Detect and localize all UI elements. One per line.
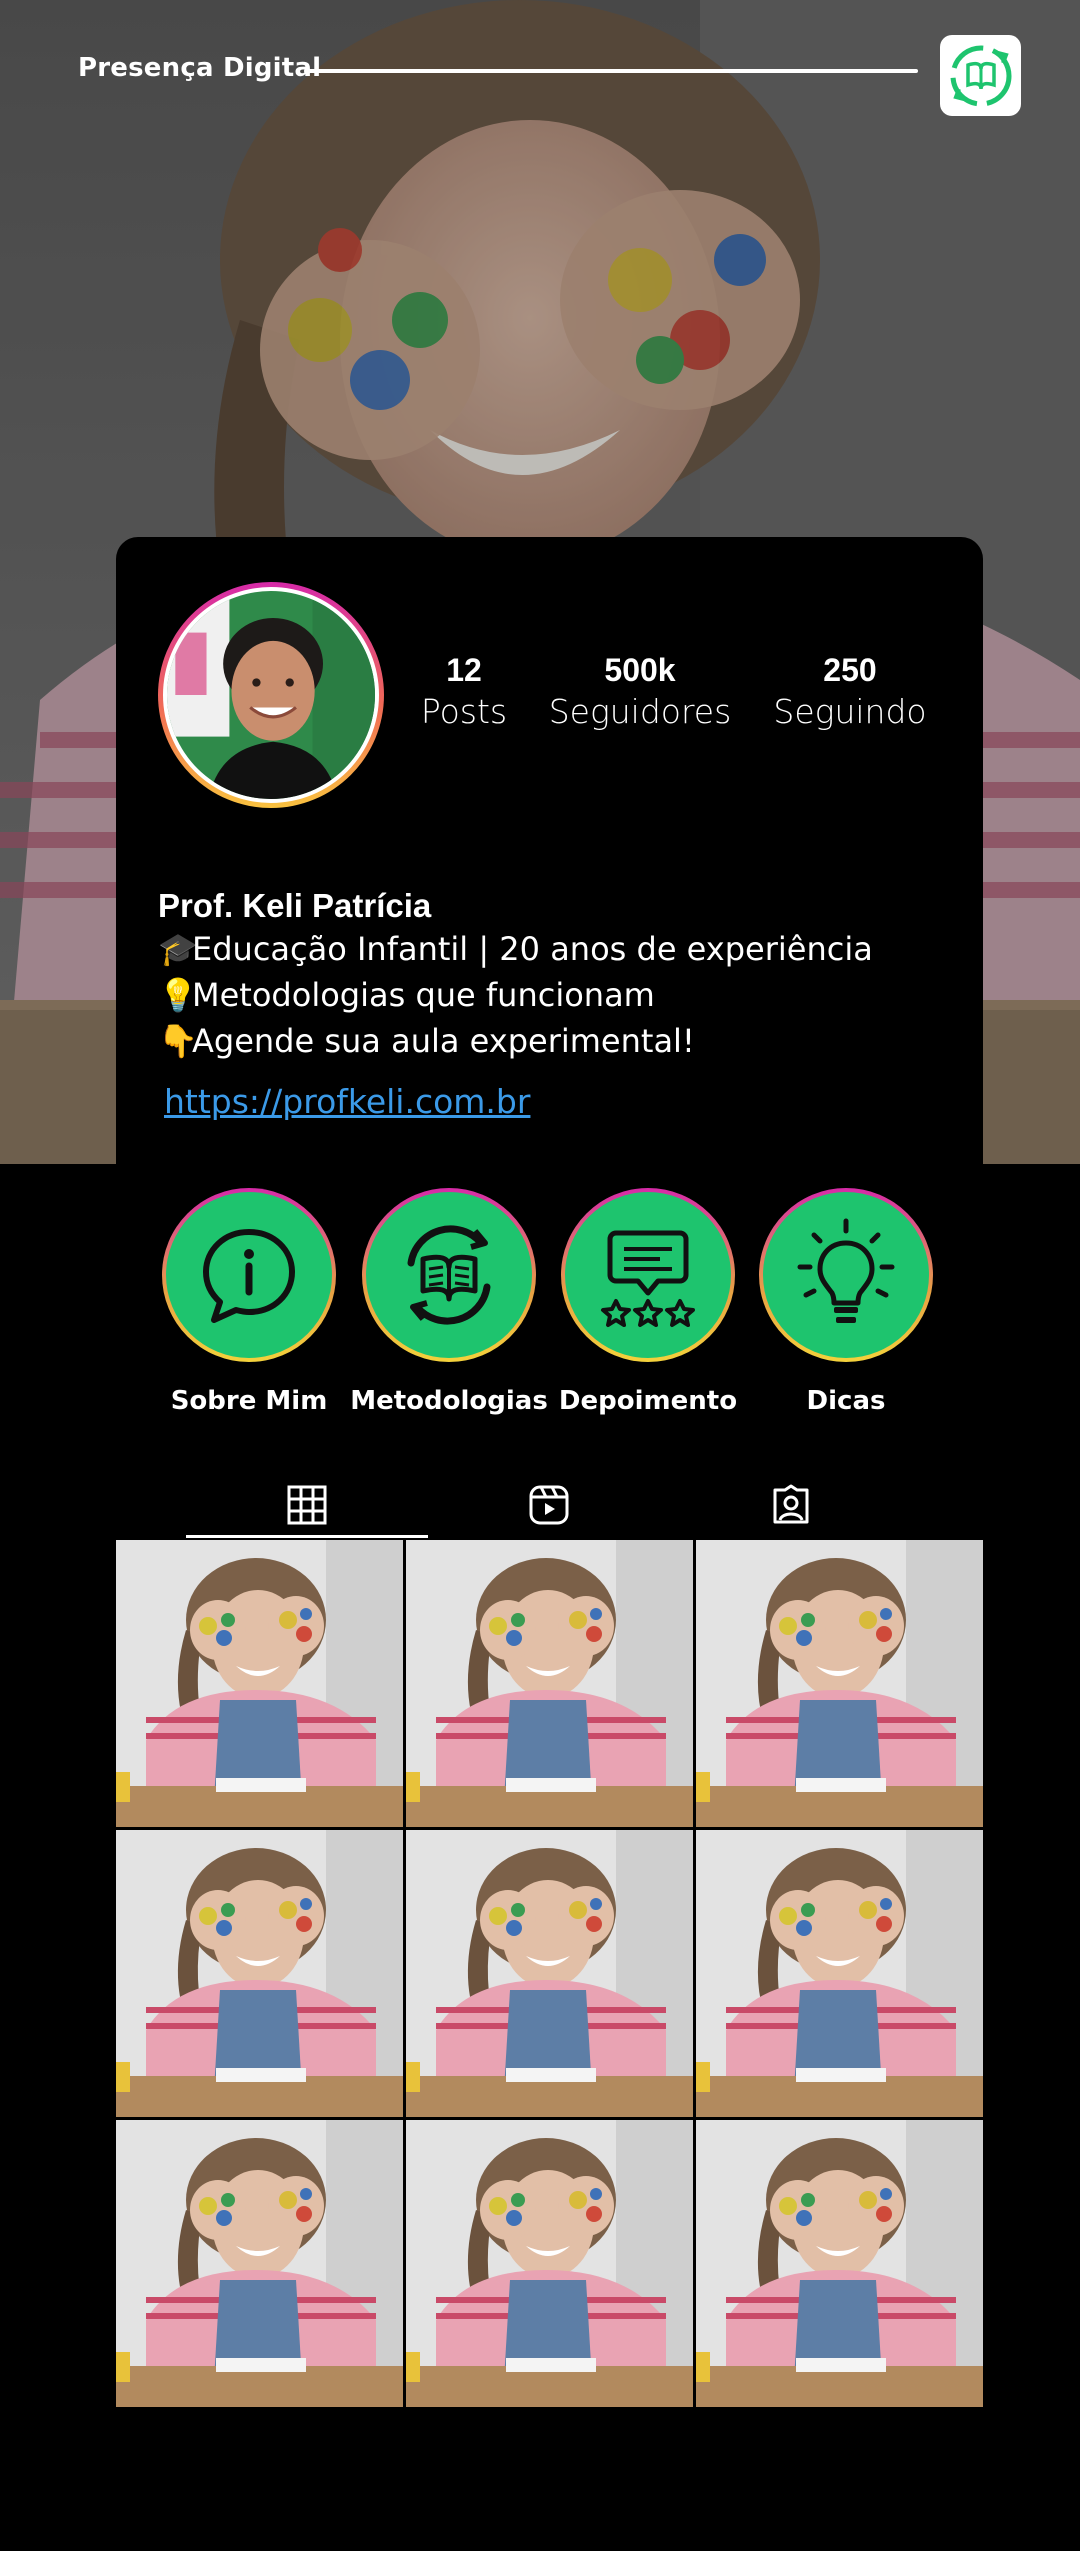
book-cycle-icon <box>407 1225 491 1325</box>
tab-tagged[interactable] <box>670 1470 912 1540</box>
highlight-label: Sobre Mim <box>170 1386 328 1416</box>
graduation-cap-icon: 🎓 <box>158 930 198 968</box>
stat-posts-value: 12 <box>446 652 482 688</box>
tab-reels[interactable] <box>428 1470 670 1540</box>
reels-icon <box>529 1485 569 1525</box>
stat-following-value: 250 <box>823 652 877 688</box>
highlight-label: Dicas <box>806 1386 886 1416</box>
teacher-avatar <box>167 591 375 799</box>
tagged-icon <box>773 1484 809 1524</box>
brand-title: Presença Digital <box>78 53 322 83</box>
stat-posts[interactable]: 12 Posts <box>404 650 524 734</box>
tab-grid[interactable] <box>186 1470 428 1540</box>
bio-text: Educação Infantil | 20 anos de experiênc… <box>192 930 873 968</box>
bio-line: 🎓Educação Infantil | 20 anos de experiên… <box>158 926 958 972</box>
brand-logo-button[interactable] <box>940 35 1021 116</box>
post-thumbnail[interactable] <box>116 2120 403 2407</box>
profile-link[interactable]: https://profkeli.com.br <box>164 1082 530 1121</box>
bio-text: Agende sua aula experimental! <box>192 1022 695 1060</box>
highlight-depoimento[interactable]: Depoimento <box>548 1188 748 1416</box>
highlight-metodologias[interactable]: Metodologias <box>349 1188 549 1416</box>
active-tab-indicator <box>186 1535 428 1538</box>
post-thumbnail[interactable] <box>406 1830 693 2117</box>
pointing-down-icon: 👇 <box>158 1022 198 1060</box>
brand-divider <box>304 69 918 73</box>
stat-followers-label: Seguidores <box>548 692 732 731</box>
profile-avatar[interactable] <box>158 582 384 808</box>
highlight-label: Metodologias <box>350 1386 548 1416</box>
profile-bio: Prof. Keli Patrícia 🎓Educação Infantil |… <box>158 886 958 1121</box>
bio-text: Metodologias que funcionam <box>192 976 655 1014</box>
post-thumbnail[interactable] <box>696 2120 983 2407</box>
review-stars-icon <box>601 1230 695 1327</box>
book-cycle-icon <box>950 45 1011 106</box>
post-thumbnail[interactable] <box>406 1540 693 1827</box>
info-chat-icon <box>203 1229 295 1323</box>
stat-followers[interactable]: 500k Seguidores <box>540 650 740 734</box>
highlight-sobre-mim[interactable]: Sobre Mim <box>149 1188 349 1416</box>
posts-grid <box>116 1540 983 2407</box>
post-thumbnail[interactable] <box>406 2120 693 2407</box>
highlight-dicas[interactable]: Dicas <box>746 1188 946 1416</box>
post-thumbnail[interactable] <box>116 1540 403 1827</box>
profile-page: Presença Digital 12 Posts 500k Seguidore… <box>0 0 1080 2551</box>
post-thumbnail[interactable] <box>696 1540 983 1827</box>
post-thumbnail[interactable] <box>696 1830 983 2117</box>
post-thumbnail[interactable] <box>116 1830 403 2117</box>
stat-posts-label: Posts <box>420 692 508 731</box>
highlight-label: Depoimento <box>558 1386 738 1416</box>
bio-line: 👇Agende sua aula experimental! <box>158 1018 958 1064</box>
lightbulb-emoji-icon: 💡 <box>158 976 198 1014</box>
bio-line: 💡Metodologias que funcionam <box>158 972 958 1018</box>
stat-following-label: Seguindo <box>773 692 927 731</box>
grid-icon <box>287 1485 327 1525</box>
profile-name: Prof. Keli Patrícia <box>158 887 432 924</box>
stat-followers-value: 500k <box>604 652 676 688</box>
lightbulb-icon <box>797 1218 895 1323</box>
stat-following[interactable]: 250 Seguindo <box>762 650 938 734</box>
